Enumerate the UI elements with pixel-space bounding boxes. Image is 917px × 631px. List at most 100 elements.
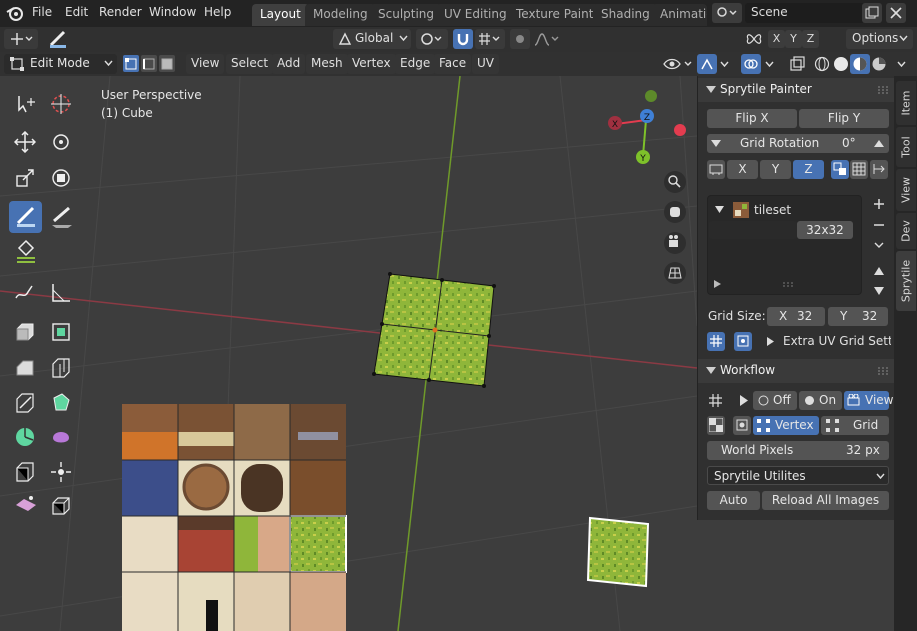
tileset-list[interactable]: tileset 32x32 [707, 195, 862, 295]
tab-sculpting[interactable]: Sculpting [370, 4, 443, 26]
tool-move[interactable] [9, 126, 42, 158]
tool-select-box[interactable] [9, 88, 42, 120]
vertex-snap-button[interactable] [733, 416, 751, 435]
tool-spin[interactable] [9, 421, 42, 453]
material-shading-button[interactable] [850, 54, 870, 74]
grid-toggle-button[interactable] [707, 332, 725, 351]
menu-vertex[interactable]: Vertex [347, 54, 396, 74]
tab-sprytile[interactable]: Sprytile [896, 251, 916, 311]
tool-cursor[interactable] [45, 88, 78, 120]
options-dropdown[interactable]: Options [846, 29, 913, 49]
chevron-down-icon[interactable] [720, 61, 729, 68]
menu-edit[interactable]: Edit [65, 0, 88, 27]
visibility-eye-icon[interactable] [662, 56, 694, 72]
tab-tool[interactable]: Tool [896, 127, 916, 167]
chevron-down-icon[interactable] [897, 61, 906, 68]
brush-settings-button[interactable] [44, 29, 74, 49]
menu-mesh[interactable]: Mesh [306, 54, 348, 74]
xray-toggle-icon[interactable] [789, 56, 805, 72]
menu-window[interactable]: Window [149, 0, 196, 27]
tool-shrink-fatten[interactable] [45, 456, 78, 488]
tileset-size-field[interactable]: 32x32 [797, 221, 853, 239]
snap-target-select[interactable] [475, 29, 505, 49]
gizmo-toggle[interactable] [697, 54, 717, 74]
snap-tile-button[interactable] [831, 160, 849, 179]
menu-uv[interactable]: UV [472, 54, 499, 74]
play-icon[interactable] [740, 395, 748, 406]
drag-handle-icon[interactable] [878, 367, 888, 375]
snap-grid-radio[interactable]: Grid [821, 416, 889, 435]
pivot-point-select[interactable] [416, 29, 448, 49]
mirror-z-button[interactable]: Z [802, 30, 819, 48]
menu-add[interactable]: Add [272, 54, 306, 74]
move-down-button[interactable] [870, 282, 888, 301]
flip-y-button[interactable]: Flip Y [799, 109, 889, 128]
menu-face[interactable]: Face [434, 54, 472, 74]
texture-checker-button[interactable] [707, 416, 725, 435]
solid-shading-icon[interactable] [833, 56, 849, 72]
tool-shear[interactable] [9, 490, 42, 522]
tool-sprytile-paint[interactable] [9, 201, 42, 233]
tool-measure[interactable] [45, 277, 78, 309]
tool-sprytile-fill[interactable] [9, 235, 42, 267]
tab-texture-paint[interactable]: Texture Paint [508, 4, 602, 26]
expand-tri-icon[interactable] [715, 206, 724, 213]
mirror-x-button[interactable]: X [768, 30, 785, 48]
mode-select[interactable]: Edit Mode [4, 54, 117, 74]
extra-uv-settings-label[interactable]: Extra UV Grid Setti... [783, 332, 891, 350]
pick-tile-button[interactable] [734, 332, 752, 351]
sprytile-painter-header[interactable]: Sprytile Painter [698, 78, 895, 102]
rotate-up-icon[interactable] [874, 139, 884, 147]
axis-z-button[interactable]: Z [793, 160, 824, 179]
tool-poly-build[interactable] [45, 387, 78, 419]
flip-x-button[interactable]: Flip X [707, 109, 797, 128]
utilities-select[interactable]: Sprytile Utilites [707, 466, 889, 485]
list-resize-handle-icon[interactable] [783, 282, 795, 288]
tool-edge-slide[interactable] [9, 456, 42, 488]
tab-item[interactable]: Item [896, 81, 916, 125]
orientation-select[interactable]: Global [333, 29, 411, 49]
normal-mode-button[interactable] [707, 160, 725, 179]
proportional-edit-toggle[interactable] [510, 29, 530, 49]
transform-pivot-button[interactable] [4, 29, 38, 49]
camera-view-button[interactable] [664, 232, 686, 254]
face-select-mode-button[interactable] [159, 55, 175, 72]
add-tileset-button[interactable] [870, 195, 888, 214]
tab-layout[interactable]: Layout [252, 4, 309, 26]
scene-name-field[interactable]: Scene [745, 3, 873, 23]
menu-help[interactable]: Help [204, 0, 231, 27]
tool-extrude[interactable] [9, 316, 42, 348]
perspective-toggle-button[interactable] [664, 262, 686, 284]
world-pixels-field[interactable]: World Pixels 32 px [707, 441, 889, 460]
tab-animation[interactable]: Animatic [652, 4, 707, 26]
falloff-select[interactable] [532, 29, 560, 49]
chevron-down-icon[interactable] [765, 61, 774, 68]
grid-view-button[interactable] [850, 160, 868, 179]
list-expand-icon[interactable] [714, 280, 721, 288]
viewport-canvas[interactable]: X Y Z [0, 76, 697, 631]
tool-transform[interactable] [45, 162, 78, 194]
zoom-button[interactable] [664, 171, 686, 193]
auto-button[interactable]: Auto [707, 491, 760, 510]
tab-dev[interactable]: Dev [896, 213, 916, 249]
snap-toggle[interactable] [453, 29, 473, 49]
mirror-y-button[interactable]: Y [785, 30, 802, 48]
tool-sprytile-build[interactable] [45, 201, 78, 233]
pan-hand-button[interactable] [664, 201, 686, 223]
navigation-gizmo[interactable]: X Y Z [608, 90, 686, 164]
workflow-off-radio[interactable]: Off [753, 391, 797, 410]
snap-vertex-radio[interactable]: Vertex [753, 416, 819, 435]
rotate-down-icon[interactable] [711, 140, 721, 148]
wireframe-shading-icon[interactable] [814, 56, 830, 72]
vertex-select-mode-button[interactable] [123, 55, 139, 72]
menu-select[interactable]: Select [226, 54, 274, 74]
tool-bevel[interactable] [9, 352, 42, 384]
tab-shading[interactable]: Shading [593, 4, 658, 26]
menu-view[interactable]: View [186, 54, 225, 74]
grid-rotation-field[interactable]: Grid Rotation 0° [707, 134, 889, 153]
axis-y-button[interactable]: Y [760, 160, 791, 179]
menu-render[interactable]: Render [99, 0, 142, 27]
menu-file[interactable]: File [32, 0, 52, 27]
grid-size-y-field[interactable]: Y 32 [828, 307, 888, 326]
blender-logo-icon[interactable] [6, 5, 24, 22]
